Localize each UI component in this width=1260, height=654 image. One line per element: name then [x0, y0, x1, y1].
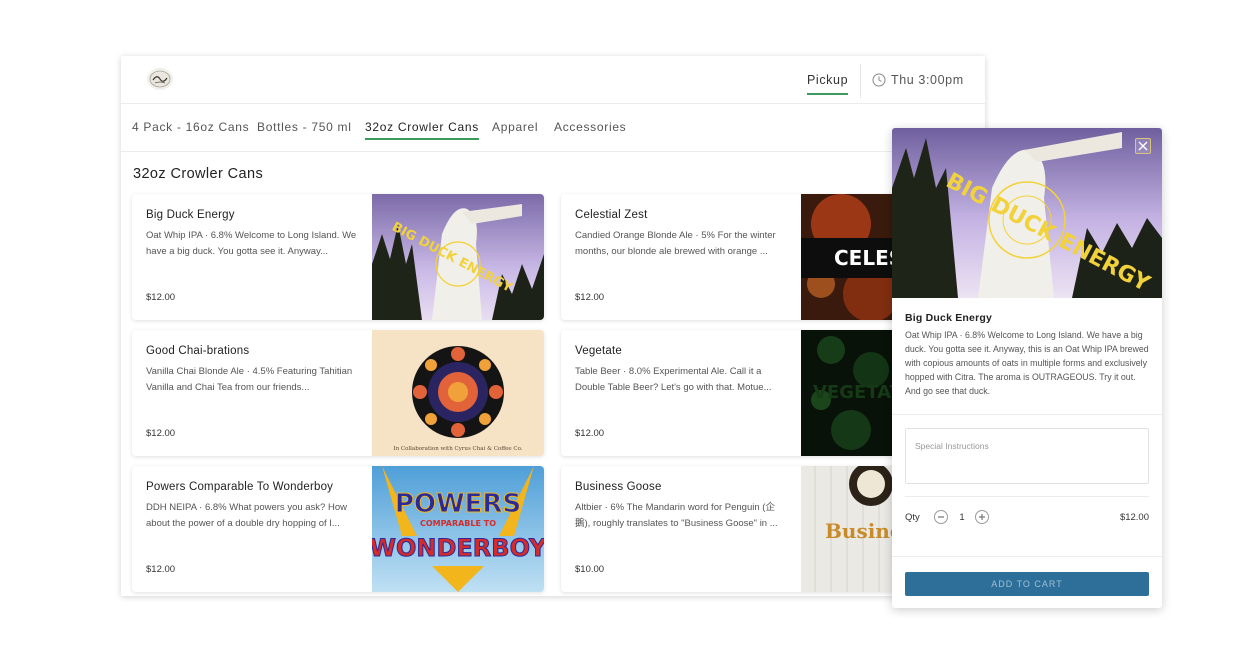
- product-description: Table Beer · 8.0% Experimental Ale. Call…: [575, 366, 772, 393]
- brand-logo[interactable]: [147, 68, 173, 90]
- pickup-time-selector[interactable]: Thu 3:00pm: [872, 73, 964, 87]
- product-description: Oat Whip IPA · 6.8% Welcome to Long Isla…: [146, 230, 357, 257]
- product-price: $10.00: [575, 564, 605, 575]
- product-description: Altbier · 6% The Mandarin word for Pengu…: [575, 502, 778, 529]
- special-instructions-input[interactable]: [905, 428, 1149, 484]
- product-description: Vanilla Chai Blonde Ale · 4.5% Featuring…: [146, 366, 353, 393]
- product-card-big-duck-energy[interactable]: Big Duck Energy Oat Whip IPA · 6.8% Welc…: [132, 194, 544, 320]
- tab-bottles[interactable]: Bottles - 750 ml: [257, 120, 352, 138]
- pickup-time-label: Thu 3:00pm: [891, 73, 964, 87]
- art-text-1: POWERS: [395, 489, 521, 519]
- category-tabs: 4 Pack - 16oz Cans Bottles - 750 ml 32oz…: [121, 104, 985, 152]
- plus-icon: [979, 514, 985, 520]
- product-price: $12.00: [575, 428, 605, 439]
- product-hero-image: BIG DUCK ENERGY: [892, 128, 1162, 298]
- product-price: $12.00: [146, 564, 176, 575]
- logo-icon: [149, 70, 171, 88]
- section-title: 32oz Crowler Cans: [133, 166, 264, 182]
- product-image: In Collaboration with Cyrus Chai & Coffe…: [372, 330, 544, 456]
- product-description: DDH NEIPA · 6.8% What powers you ask? Ho…: [146, 502, 347, 529]
- detail-product-description: Oat Whip IPA · 6.8% Welcome to Long Isla…: [905, 330, 1149, 396]
- tab-accessories[interactable]: Accessories: [554, 120, 626, 138]
- art-text-3: WONDERBOY: [372, 534, 544, 562]
- product-card-powers-comparable-to-wonderboy[interactable]: Powers Comparable To Wonderboy DDH NEIPA…: [132, 466, 544, 592]
- tab-4-pack[interactable]: 4 Pack - 16oz Cans: [132, 120, 249, 138]
- pickup-toggle[interactable]: Pickup: [807, 73, 849, 95]
- product-name: Celestial Zest: [575, 209, 648, 221]
- product-card-good-chai-brations[interactable]: Good Chai-brations Vanilla Chai Blonde A…: [132, 330, 544, 456]
- divider: [892, 556, 1162, 557]
- art-text-2: COMPARABLE TO: [420, 519, 496, 528]
- minus-icon: [938, 516, 944, 518]
- product-price: $12.00: [146, 292, 176, 303]
- divider: [892, 414, 1162, 415]
- qty-decrement-button[interactable]: [934, 510, 948, 524]
- top-bar: Pickup Thu 3:00pm: [121, 56, 985, 104]
- header-divider: [860, 64, 861, 98]
- art-text: In Collaboration with Cyrus Chai & Coffe…: [393, 446, 522, 452]
- product-image: BIG DUCK ENERGY: [372, 194, 544, 320]
- qty-label: Qty: [905, 512, 920, 523]
- tab-crowler-cans[interactable]: 32oz Crowler Cans: [365, 120, 479, 140]
- product-description: Candied Orange Blonde Ale · 5% For the w…: [575, 230, 776, 257]
- product-name: Vegetate: [575, 345, 623, 357]
- tab-apparel[interactable]: Apparel: [492, 120, 538, 138]
- product-price: $12.00: [146, 428, 176, 439]
- close-panel-button[interactable]: [1135, 138, 1151, 154]
- detail-product-name: Big Duck Energy: [905, 312, 993, 324]
- add-to-cart-button[interactable]: ADD TO CART: [905, 572, 1149, 596]
- stage: Pickup Thu 3:00pm 4 Pack - 16oz Cans Bot…: [0, 0, 1260, 654]
- product-name: Business Goose: [575, 481, 662, 493]
- qty-value: 1: [959, 512, 965, 523]
- product-name: Powers Comparable To Wonderboy: [146, 481, 334, 493]
- product-name: Big Duck Energy: [146, 209, 235, 221]
- shop-window: Pickup Thu 3:00pm 4 Pack - 16oz Cans Bot…: [121, 56, 985, 596]
- qty-increment-button[interactable]: [975, 510, 989, 524]
- product-image: POWERS COMPARABLE TO WONDERBOY: [372, 466, 544, 592]
- detail-price: $12.00: [1119, 512, 1149, 523]
- product-name: Good Chai-brations: [146, 345, 250, 357]
- divider: [905, 496, 1149, 497]
- product-price: $12.00: [575, 292, 605, 303]
- close-icon: [1138, 141, 1148, 151]
- product-detail-panel: BIG DUCK ENERGY Big Duck Energy Oat Whip…: [892, 128, 1162, 608]
- clock-icon: [872, 73, 886, 87]
